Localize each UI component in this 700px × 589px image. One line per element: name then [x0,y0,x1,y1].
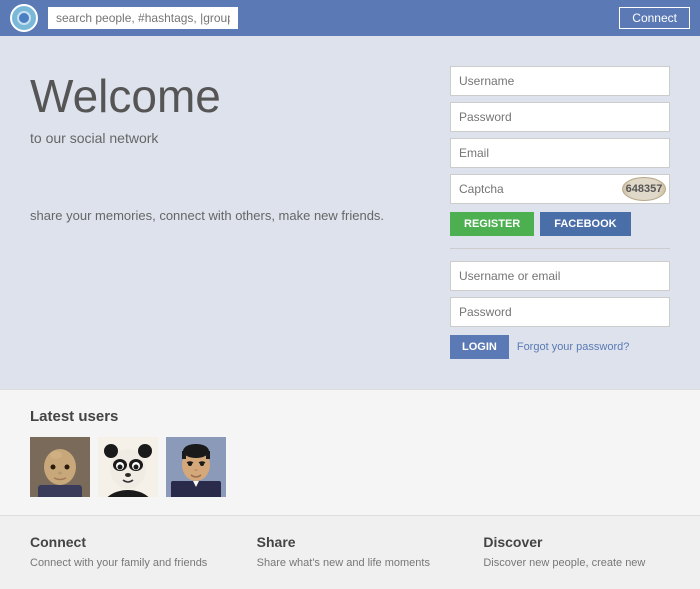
footer-col-share: Share Share what's new and life moments [257,534,444,571]
footer-share-heading: Share [257,534,444,550]
login-username-input[interactable] [450,261,670,291]
logo-inner [17,11,31,25]
forgot-password-link[interactable]: Forgot your password? [517,341,630,353]
welcome-title: Welcome [30,71,430,122]
user-avatar-3[interactable] [166,437,226,497]
connect-button[interactable]: Connect [619,7,690,29]
login-password-input[interactable] [450,297,670,327]
footer-share-text: Share what's new and life moments [257,556,444,571]
footer-connect-heading: Connect [30,534,217,550]
captcha-row: 648357 [450,174,670,204]
welcome-column: Welcome to our social network share your… [30,66,430,359]
user-avatars-row [30,437,670,497]
footer-col-connect: Connect Connect with your family and fri… [30,534,217,571]
search-input[interactable] [48,7,238,29]
facebook-button[interactable]: FACEBOOK [540,212,630,236]
register-email-input[interactable] [450,138,670,168]
footer-col-discover: Discover Discover new people, create new [483,534,670,571]
form-divider [450,248,670,249]
welcome-subtitle: to our social network [30,130,430,146]
footer-section: Connect Connect with your family and fri… [0,515,700,589]
footer-discover-heading: Discover [483,534,670,550]
login-button[interactable]: LOGIN [450,335,509,359]
latest-users-title: Latest users [30,408,670,425]
user-avatar-1[interactable] [30,437,90,497]
register-username-input[interactable] [450,66,670,96]
latest-users-section: Latest users [0,389,700,515]
captcha-badge: 648357 [622,177,666,201]
footer-discover-text: Discover new people, create new [483,556,670,571]
footer-connect-text: Connect with your family and friends [30,556,217,571]
register-button-row: REGISTER FACEBOOK [450,212,670,236]
user-avatar-2[interactable] [98,437,158,497]
welcome-description: share your memories, connect with others… [30,206,430,226]
logo [10,4,38,32]
form-column: 648357 REGISTER FACEBOOK LOGIN Forgot yo… [450,66,670,359]
register-password-input[interactable] [450,102,670,132]
register-button[interactable]: REGISTER [450,212,534,236]
header: Connect [0,0,700,36]
main-section: Welcome to our social network share your… [0,36,700,389]
login-row: LOGIN Forgot your password? [450,335,670,359]
